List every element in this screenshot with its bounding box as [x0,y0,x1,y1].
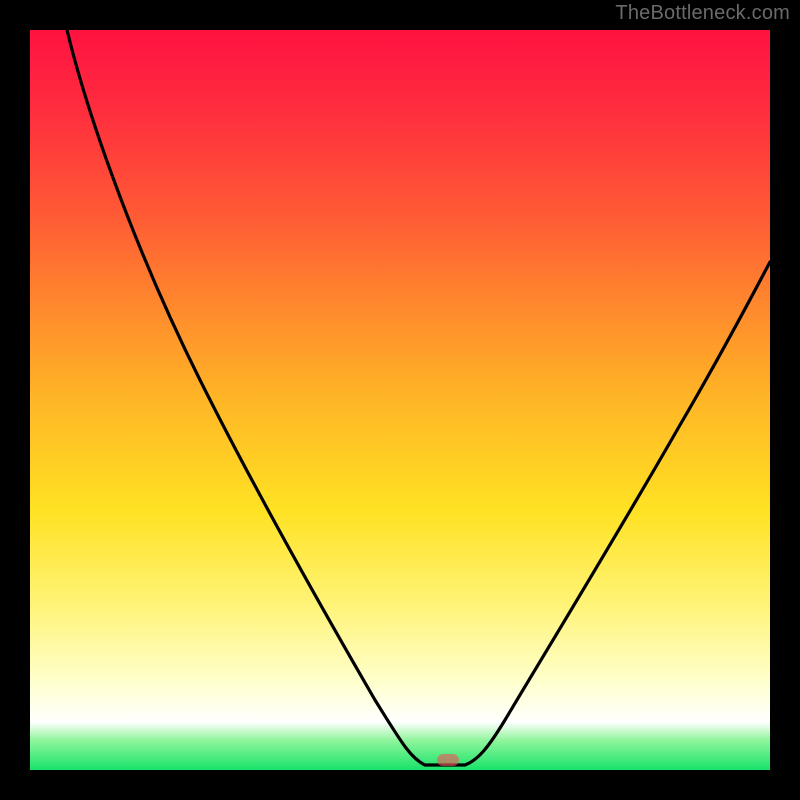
optimal-marker [437,754,459,766]
plot-area [30,30,770,770]
attribution-label: TheBottleneck.com [615,2,790,25]
chart-frame: TheBottleneck.com [0,0,800,800]
bottleneck-curve [30,30,770,770]
curve-path [67,30,770,765]
